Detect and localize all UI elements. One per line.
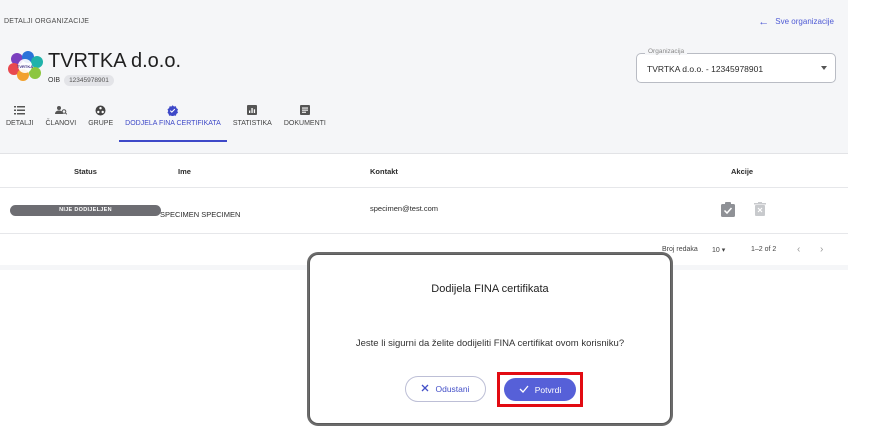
row-name: SPECIMEN SPECIMEN	[160, 210, 241, 219]
tab-bar: DETALJI ČLANOVI GRUPE DODJELA FINA CERTI…	[0, 104, 332, 144]
previous-page-icon[interactable]: ‹	[797, 244, 800, 255]
confirm-dialog: Dodijela FINA certifikata Jeste li sigur…	[310, 255, 670, 423]
rows-per-page-label: Broj redaka	[662, 246, 698, 253]
tab-dodjela-fina-certifikata[interactable]: DODJELA FINA CERTIFIKATA	[119, 104, 227, 144]
status-badge: NIJE DODIJELJEN	[10, 205, 161, 216]
org-header: DETALJI ORGANIZACIJE ← Sve organizacije …	[0, 0, 848, 150]
app-background: DETALJI ORGANIZACIJE ← Sve organizacije …	[0, 0, 848, 270]
pagination-range: 1–2 of 2	[751, 246, 777, 253]
group-icon	[95, 104, 106, 116]
logo-text: TVRTKA	[17, 64, 33, 69]
tab-statistika[interactable]: STATISTIKA	[227, 104, 278, 144]
column-header-ime: Ime	[178, 167, 191, 176]
cancel-button[interactable]: Odustani	[405, 376, 486, 402]
table-row: NIJE DODIJELJEN SPECIMEN SPECIMEN specim…	[0, 188, 848, 234]
tab-label: DETALJI	[6, 120, 34, 127]
tab-dokumenti[interactable]: DOKUMENTI	[278, 104, 332, 144]
rows-per-page-value: 10	[712, 247, 720, 254]
delete-icon[interactable]	[752, 201, 768, 217]
row-contact: specimen@test.com	[370, 204, 439, 213]
certificates-table: Status Ime Kontakt Akcije NIJE DODIJELJE…	[0, 153, 848, 265]
back-link-label: Sve organizacije	[775, 17, 834, 26]
document-icon	[299, 104, 310, 116]
confirm-button-highlight: Potvrdi	[497, 372, 583, 407]
cancel-button-label: Odustani	[435, 384, 470, 394]
chevron-down-icon	[821, 66, 827, 70]
tab-label: DODJELA FINA CERTIFIKATA	[125, 120, 221, 127]
tab-grupe[interactable]: GRUPE	[82, 104, 119, 144]
back-to-organizations-link[interactable]: ← Sve organizacije	[758, 15, 834, 28]
dialog-title: Dodijela FINA certifikata	[431, 283, 549, 295]
column-header-akcije: Akcije	[731, 167, 754, 176]
breadcrumb: DETALJI ORGANIZACIJE	[4, 18, 90, 25]
tab-clanovi[interactable]: ČLANOVI	[40, 104, 83, 144]
arrow-left-icon: ←	[758, 15, 770, 28]
list-icon	[14, 104, 26, 116]
assign-certificate-icon[interactable]	[720, 201, 736, 217]
org-name: TVRTKA d.o.o.	[48, 50, 182, 72]
caret-down-icon: ▾	[721, 247, 726, 254]
verified-icon	[167, 104, 179, 116]
tab-label: STATISTIKA	[232, 120, 272, 127]
tab-label: ČLANOVI	[45, 120, 77, 127]
organization-select-value: TVRTKA d.o.o. - 12345978901	[647, 64, 764, 74]
oib-row: OIB 12345978901	[48, 75, 114, 86]
confirm-button-label: Potvrdi	[534, 384, 562, 395]
column-header-status: Status	[74, 167, 97, 176]
oib-label: OIB	[48, 77, 61, 84]
org-logo: TVRTKA	[6, 50, 44, 82]
tab-label: DOKUMENTI	[283, 120, 326, 127]
chart-icon	[247, 104, 258, 116]
column-header-kontakt: Kontakt	[370, 167, 398, 176]
organization-select-label: Organizacija	[645, 48, 688, 55]
dialog-message: Jeste li sigurni da želite dodijeliti FI…	[355, 338, 625, 349]
check-icon	[519, 385, 529, 395]
tab-detalji[interactable]: DETALJI	[0, 104, 40, 144]
rows-per-page-select[interactable]: 10 ▾	[712, 246, 725, 254]
next-page-icon[interactable]: ›	[820, 244, 823, 255]
organization-select[interactable]: Organizacija TVRTKA d.o.o. - 12345978901	[636, 48, 836, 83]
close-icon	[421, 384, 429, 394]
confirm-button[interactable]: Potvrdi	[504, 378, 576, 401]
table-header: Status Ime Kontakt Akcije	[0, 154, 848, 188]
people-icon	[54, 104, 67, 116]
oib-chip: 12345978901	[64, 75, 114, 86]
tab-label: GRUPE	[88, 120, 114, 127]
